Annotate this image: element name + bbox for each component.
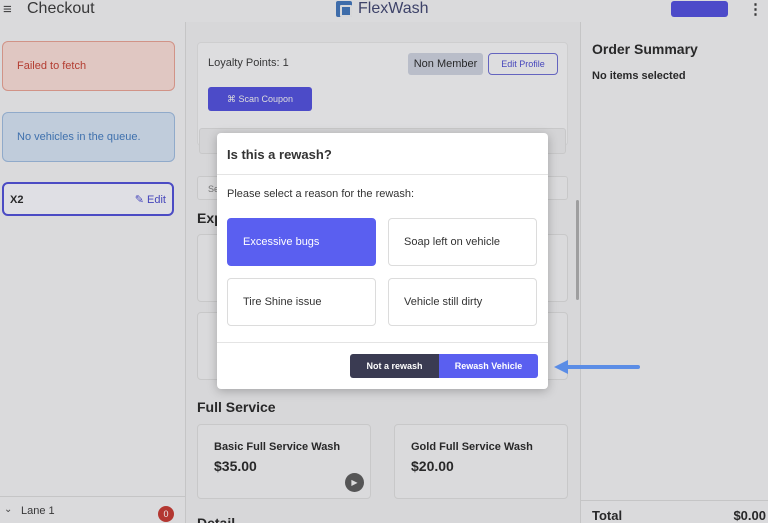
not-a-rewash-button[interactable]: Not a rewash	[350, 354, 439, 378]
arrow-left-icon	[554, 360, 640, 374]
dialog-prompt: Please select a reason for the rewash:	[227, 188, 415, 200]
reason-option-tire-shine[interactable]: Tire Shine issue	[227, 278, 376, 326]
reason-option-excessive-bugs[interactable]: Excessive bugs	[227, 218, 376, 266]
rewash-vehicle-button[interactable]: Rewash Vehicle	[439, 354, 538, 378]
rewash-dialog: Is this a rewash? Please select a reason…	[217, 133, 548, 389]
dialog-title: Is this a rewash?	[227, 147, 332, 162]
divider	[217, 342, 548, 343]
reason-option-soap-left[interactable]: Soap left on vehicle	[388, 218, 537, 266]
reason-option-still-dirty[interactable]: Vehicle still dirty	[388, 278, 537, 326]
divider	[217, 174, 548, 175]
